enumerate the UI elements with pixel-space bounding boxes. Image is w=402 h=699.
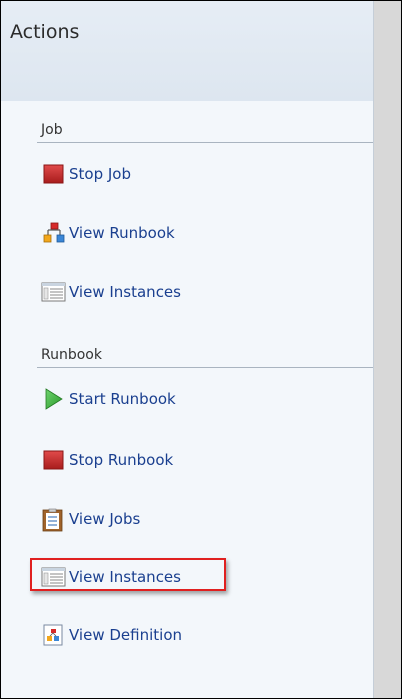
action-stop-job[interactable]: Stop Job: [41, 161, 131, 187]
action-label: Stop Runbook: [69, 451, 174, 469]
section-label-runbook: Runbook: [41, 347, 102, 363]
play-icon: [41, 388, 65, 410]
instances-icon: [41, 281, 66, 303]
action-label: View Definition: [69, 626, 182, 644]
action-stop-runbook[interactable]: Stop Runbook: [41, 447, 173, 473]
section-divider-job: [37, 142, 373, 143]
action-label: View Instances: [69, 283, 181, 301]
stop-icon: [41, 449, 65, 471]
clipboard-icon: [41, 508, 65, 532]
highlight-box: [30, 558, 226, 591]
section-divider-runbook: [37, 367, 373, 368]
definition-icon: [41, 624, 65, 646]
action-view-instances-job[interactable]: View Instances: [41, 279, 181, 305]
actions-pane: Actions Job Stop Job View Runbook View I…: [1, 1, 374, 698]
action-label: Stop Job: [69, 165, 131, 183]
runbook-icon: [41, 222, 65, 244]
action-view-jobs[interactable]: View Jobs: [41, 506, 140, 532]
action-view-runbook[interactable]: View Runbook: [41, 220, 175, 246]
window-frame: Actions Job Stop Job View Runbook View I…: [0, 0, 402, 699]
action-view-definition[interactable]: View Definition: [41, 622, 182, 648]
section-label-job: Job: [41, 122, 63, 138]
action-start-runbook[interactable]: Start Runbook: [41, 386, 176, 412]
stop-icon: [41, 163, 65, 185]
action-label: View Jobs: [69, 510, 141, 528]
action-label: View Runbook: [69, 224, 175, 242]
action-label: Start Runbook: [69, 390, 176, 408]
actions-header: Actions: [1, 1, 373, 101]
actions-title: Actions: [10, 21, 80, 43]
right-panel-edge: [374, 1, 401, 698]
